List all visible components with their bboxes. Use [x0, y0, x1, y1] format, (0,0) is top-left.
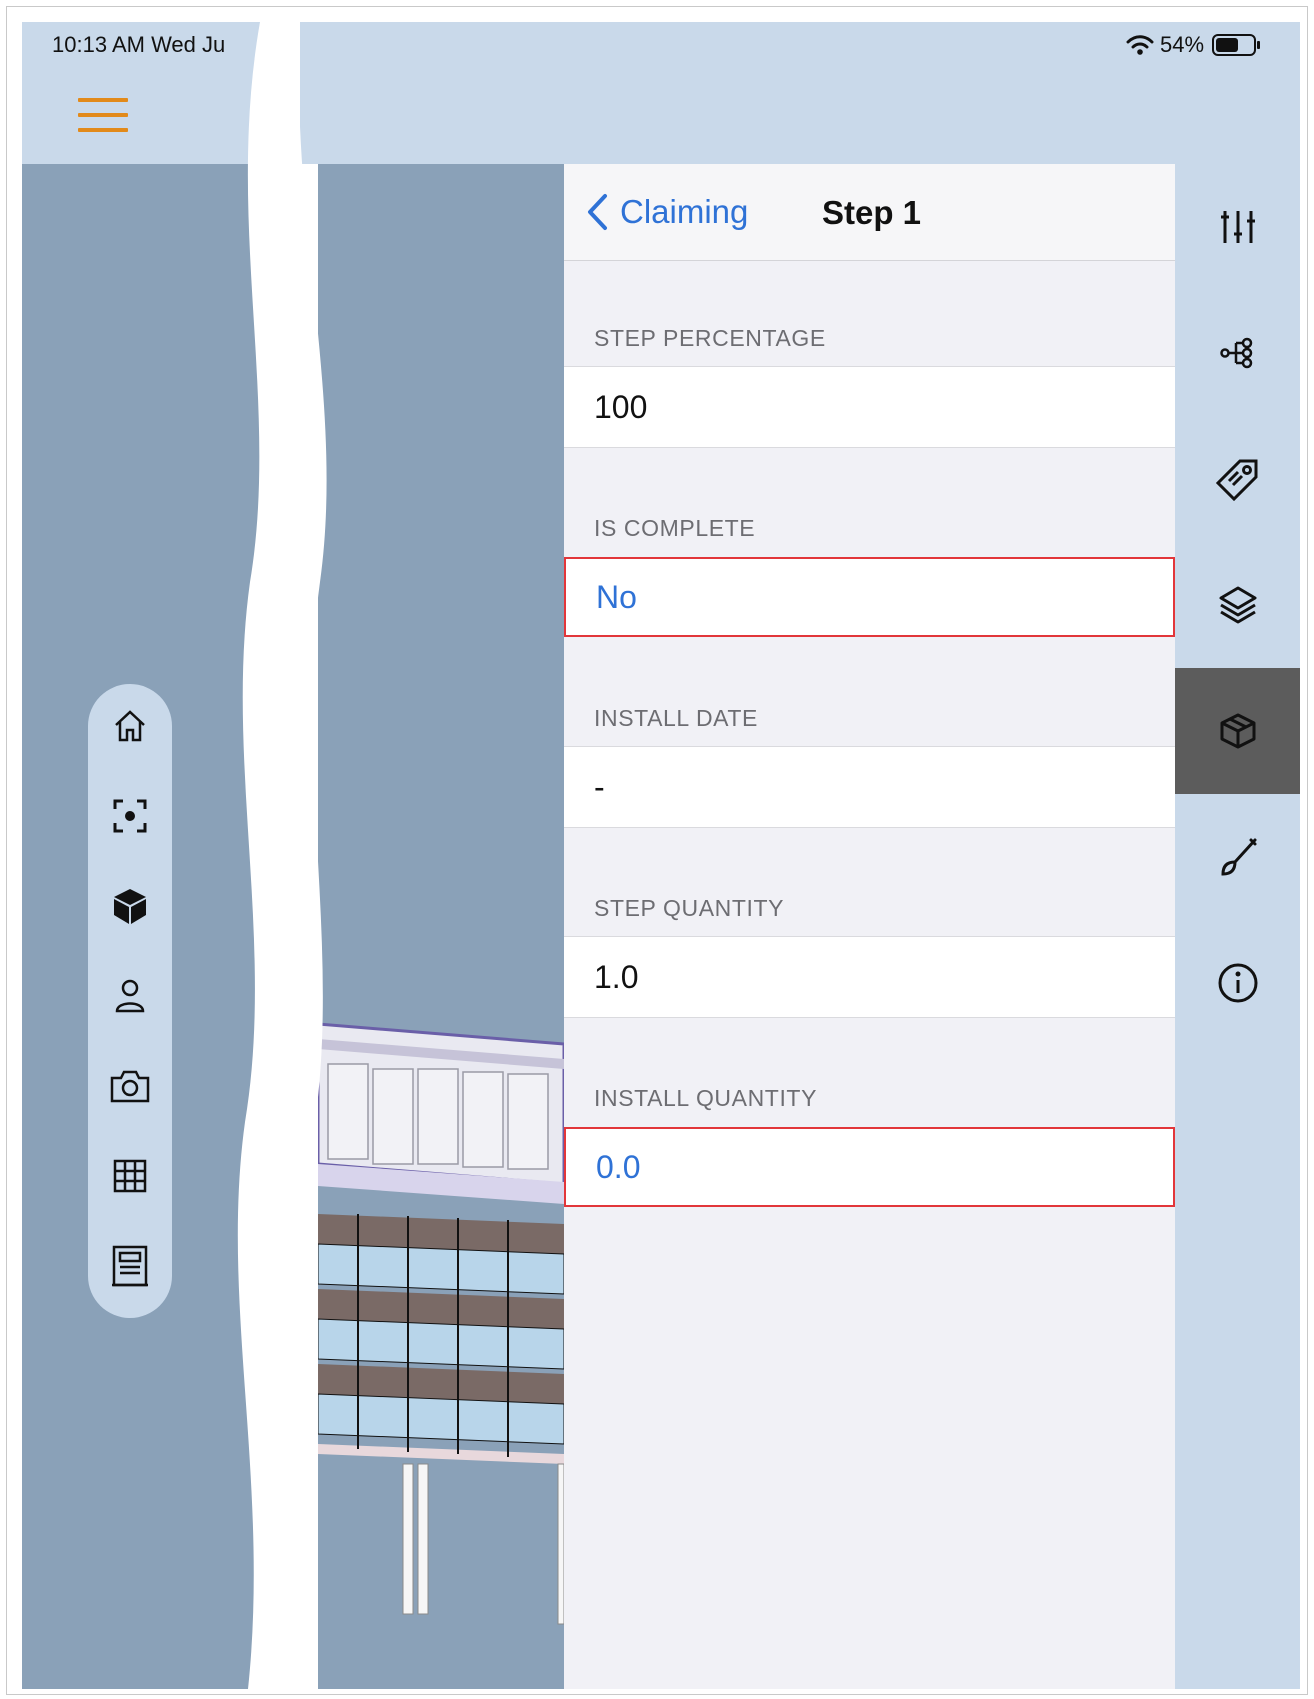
step-quantity-field[interactable]: 1.0 — [564, 936, 1175, 1018]
step-percentage-value: 100 — [594, 389, 648, 425]
tag-icon[interactable] — [1175, 416, 1300, 542]
building-model — [318, 1022, 564, 1625]
properties-panel: Claiming Step 1 STEP PERCENTAGE 100 IS C… — [564, 164, 1175, 1689]
step-quantity-value: 1.0 — [594, 959, 639, 995]
hamburger-menu-icon[interactable] — [78, 98, 128, 134]
person-icon[interactable] — [106, 972, 154, 1020]
label-install-date: INSTALL DATE — [594, 705, 758, 731]
camera-icon[interactable] — [106, 1062, 154, 1110]
back-label: Claiming — [620, 193, 749, 230]
back-button[interactable]: Claiming — [586, 188, 748, 236]
label-step-percentage: STEP PERCENTAGE — [594, 325, 826, 351]
nav-bar: Claiming Step 1 — [564, 164, 1175, 261]
status-right: 54% — [1126, 32, 1262, 58]
focus-target-icon[interactable] — [106, 792, 154, 840]
info-icon[interactable] — [1175, 920, 1300, 1046]
brush-icon[interactable] — [1175, 794, 1300, 920]
tree-hierarchy-icon[interactable] — [1175, 290, 1300, 416]
model-viewport[interactable] — [318, 164, 564, 1689]
install-quantity-field[interactable]: 0.0 — [564, 1127, 1175, 1207]
torn-divider — [237, 22, 327, 1689]
battery-icon — [1212, 34, 1261, 56]
step-percentage-field[interactable]: 100 — [564, 366, 1175, 448]
label-step-quantity: STEP QUANTITY — [594, 895, 785, 921]
cube-filled-icon[interactable] — [106, 882, 154, 930]
label-install-quantity: INSTALL QUANTITY — [594, 1085, 818, 1111]
page-title: Step 1 — [822, 194, 922, 231]
grid-icon[interactable] — [106, 1152, 154, 1200]
chevron-left-icon — [588, 194, 607, 230]
label-is-complete: IS COMPLETE — [594, 515, 756, 541]
sheet-icon[interactable] — [106, 1242, 154, 1290]
install-date-value: - — [594, 769, 605, 805]
layers-icon[interactable] — [1175, 542, 1300, 668]
box-icon[interactable] — [1175, 668, 1300, 794]
status-time: 10:13 AM Wed Ju — [52, 32, 226, 57]
is-complete-field[interactable]: No — [564, 557, 1175, 637]
adjust-sliders-icon[interactable] — [1175, 164, 1300, 290]
battery-percentage: 54% — [1160, 32, 1205, 57]
home-icon[interactable] — [106, 702, 154, 750]
install-quantity-value: 0.0 — [596, 1149, 641, 1185]
right-tool-rail — [1175, 164, 1300, 1689]
is-complete-value: No — [596, 579, 637, 615]
install-date-field[interactable]: - — [564, 746, 1175, 828]
view-toolbar — [88, 684, 172, 1318]
wifi-icon — [1126, 35, 1154, 55]
